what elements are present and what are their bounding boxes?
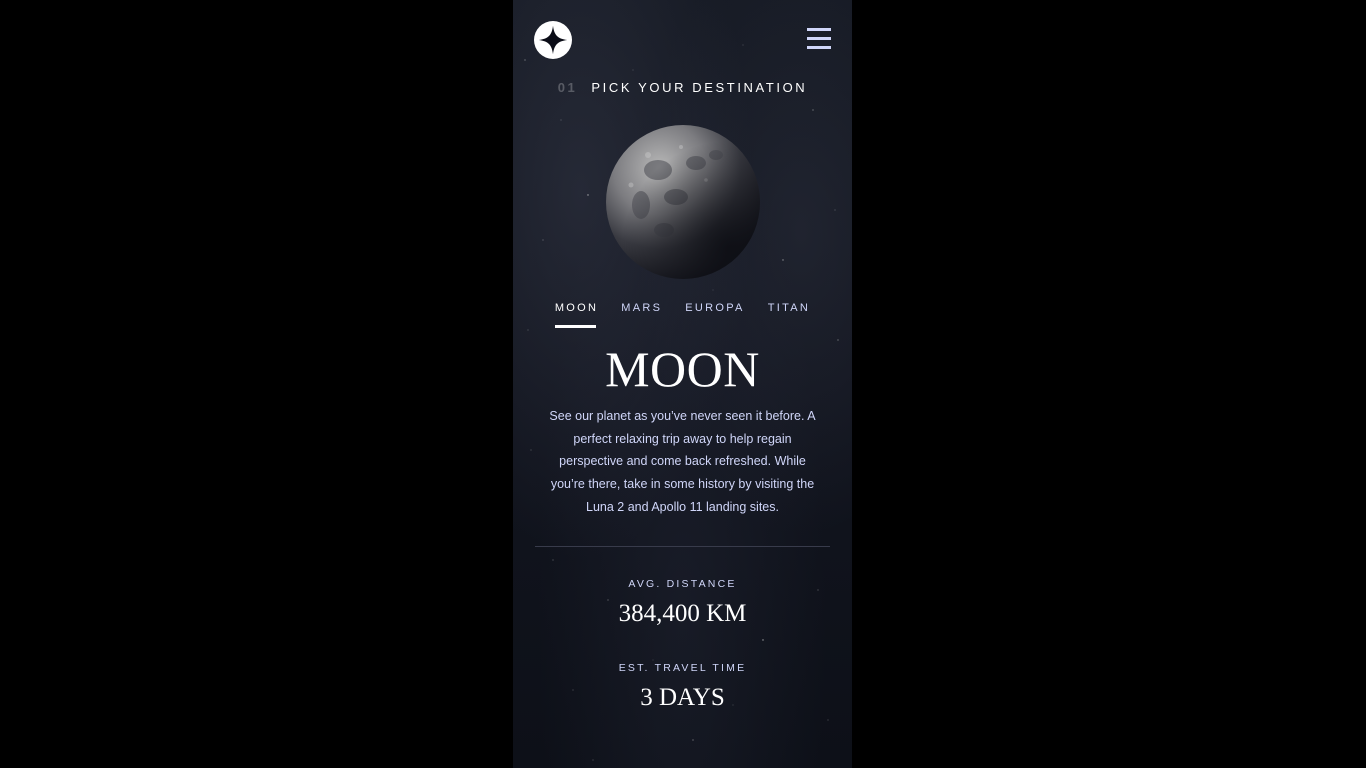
destination-description: See our planet as you’ve never seen it b… xyxy=(549,409,816,514)
destination-name: MOON xyxy=(605,341,760,397)
moon-planet-image xyxy=(606,125,760,279)
tab-moon[interactable]: MOON xyxy=(554,302,598,328)
destination-tabs: MOON MARS EUROPA TITAN xyxy=(513,302,852,328)
star-logo-icon[interactable] xyxy=(534,21,572,59)
tab-europa[interactable]: EUROPA xyxy=(685,302,744,328)
page-heading-number: 01 xyxy=(557,80,578,95)
tab-titan[interactable]: TITAN xyxy=(768,302,810,328)
hamburger-menu-icon[interactable] xyxy=(807,28,831,49)
tab-mars[interactable]: MARS xyxy=(621,302,662,328)
distance-value: 384,400 KM xyxy=(618,600,747,627)
travel-time-label: EST. TRAVEL TIME xyxy=(618,662,747,674)
mobile-viewport: 01 PICK YOUR DESTINATION MOON MARS EUROP… xyxy=(513,0,852,768)
page-heading: 01 PICK YOUR DESTINATION xyxy=(513,80,852,95)
divider xyxy=(535,546,830,547)
page-heading-text: PICK YOUR DESTINATION xyxy=(591,80,808,95)
distance-label: AVG. DISTANCE xyxy=(628,578,737,590)
travel-time-value: 3 DAYS xyxy=(640,684,725,711)
